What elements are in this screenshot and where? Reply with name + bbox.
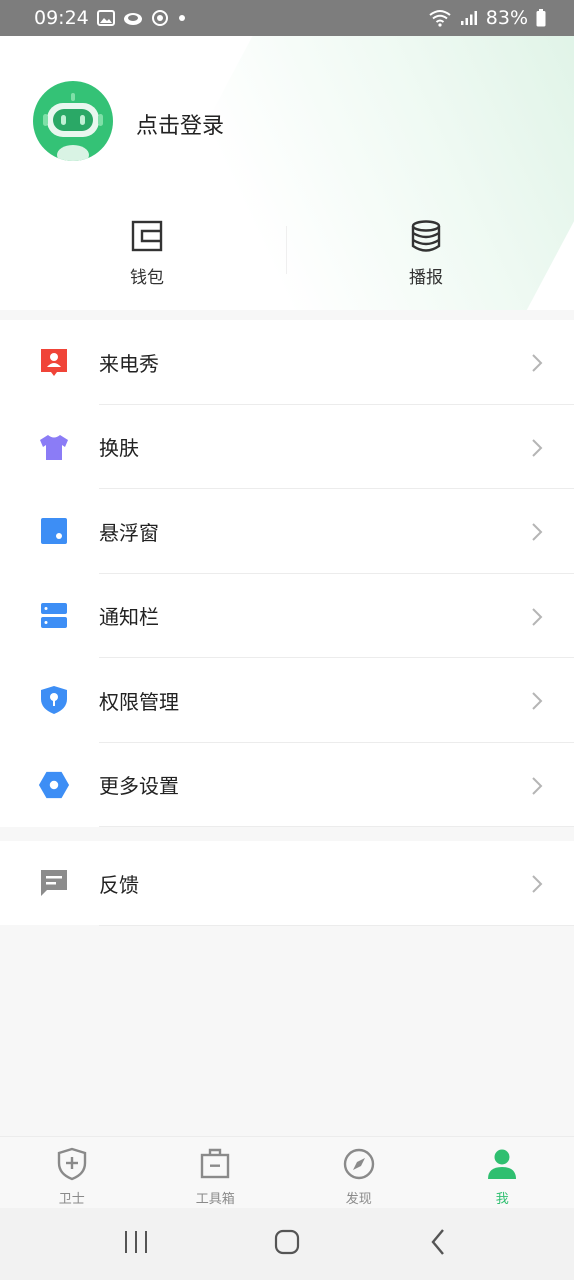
tab-label: 发现: [345, 1192, 372, 1207]
menu-item-label: 反馈: [99, 872, 139, 897]
home-button[interactable]: [257, 1214, 317, 1274]
broadcast-button[interactable]: 播报: [366, 219, 486, 288]
back-button[interactable]: [408, 1214, 468, 1274]
person-icon: [485, 1147, 519, 1185]
toolbox-icon: [199, 1147, 231, 1185]
shield-key-icon: [38, 684, 70, 716]
divider: [99, 924, 574, 926]
login-prompt[interactable]: 点击登录: [136, 108, 224, 140]
dot-icon: [177, 13, 187, 23]
cloud-icon: [123, 10, 143, 26]
wifi-icon: [428, 9, 452, 27]
chevron-right-icon: [530, 521, 544, 547]
wallet-icon: [130, 219, 164, 257]
menu-item-label: 通知栏: [99, 605, 159, 630]
tab-label: 工具箱: [195, 1192, 235, 1207]
divider: [99, 826, 574, 827]
compass-icon: [342, 1147, 376, 1185]
system-nav-bar: [0, 1208, 574, 1280]
menu-item-notification-bar[interactable]: 通知栏: [0, 574, 574, 658]
hexagon-settings-icon: [38, 769, 70, 801]
menu-item-label: 悬浮窗: [99, 520, 159, 545]
tab-guard[interactable]: 卫士: [0, 1137, 144, 1209]
chevron-right-icon: [530, 775, 544, 801]
bottom-tab-bar: 卫士 工具箱 发现 我: [0, 1136, 574, 1209]
menu-item-feedback[interactable]: 反馈: [0, 841, 574, 926]
chevron-right-icon: [530, 606, 544, 632]
menu-item-label: 换肤: [99, 436, 139, 461]
broadcast-label: 播报: [409, 268, 443, 288]
chevron-right-icon: [530, 352, 544, 378]
menu-item-caller-show[interactable]: 来电秀: [0, 320, 574, 405]
shield-plus-icon: [56, 1147, 88, 1185]
menu-item-floating-window[interactable]: 悬浮窗: [0, 489, 574, 574]
menu-item-skin[interactable]: 换肤: [0, 405, 574, 489]
menu-item-label: 更多设置: [99, 774, 179, 799]
tab-discover[interactable]: 发现: [287, 1137, 431, 1209]
signal-icon: [460, 10, 478, 26]
tab-toolbox[interactable]: 工具箱: [144, 1137, 288, 1209]
chevron-right-icon: [530, 873, 544, 899]
battery-icon: [536, 9, 546, 27]
status-bar: 09:24 83%: [0, 0, 574, 36]
profile-header: 点击登录 钱包 播报: [0, 36, 574, 310]
menu-item-label: 来电秀: [99, 351, 159, 376]
database-icon: [409, 219, 443, 257]
caller-show-icon: [38, 346, 70, 378]
chevron-right-icon: [530, 437, 544, 463]
menu-item-label: 权限管理: [99, 689, 179, 714]
wallet-label: 钱包: [130, 268, 164, 288]
sync-icon: [151, 9, 169, 27]
menu-item-permission-management[interactable]: 权限管理: [0, 658, 574, 743]
gallery-icon: [96, 10, 115, 26]
tab-label: 我: [495, 1192, 509, 1207]
home-icon: [274, 1229, 300, 1259]
notification-bar-icon: [38, 600, 70, 632]
wallet-button[interactable]: 钱包: [87, 219, 207, 288]
robot-avatar-icon[interactable]: [33, 81, 113, 161]
floating-window-icon: [38, 515, 70, 547]
back-icon: [429, 1228, 447, 1260]
settings-menu: 来电秀 换肤 悬浮窗 通知栏 权限管理 更多设置: [0, 320, 574, 827]
feedback-icon: [38, 867, 70, 899]
tab-me[interactable]: 我: [431, 1137, 574, 1209]
feedback-section: 反馈: [0, 841, 574, 926]
status-time: 09:24: [34, 7, 89, 29]
recent-apps-button[interactable]: [106, 1214, 166, 1274]
tshirt-icon: [38, 431, 70, 463]
battery-percent: 83%: [485, 7, 528, 29]
tab-label: 卫士: [58, 1192, 85, 1207]
recent-apps-icon: [123, 1230, 149, 1258]
chevron-right-icon: [530, 690, 544, 716]
menu-item-more-settings[interactable]: 更多设置: [0, 743, 574, 827]
quick-divider: [286, 226, 287, 274]
